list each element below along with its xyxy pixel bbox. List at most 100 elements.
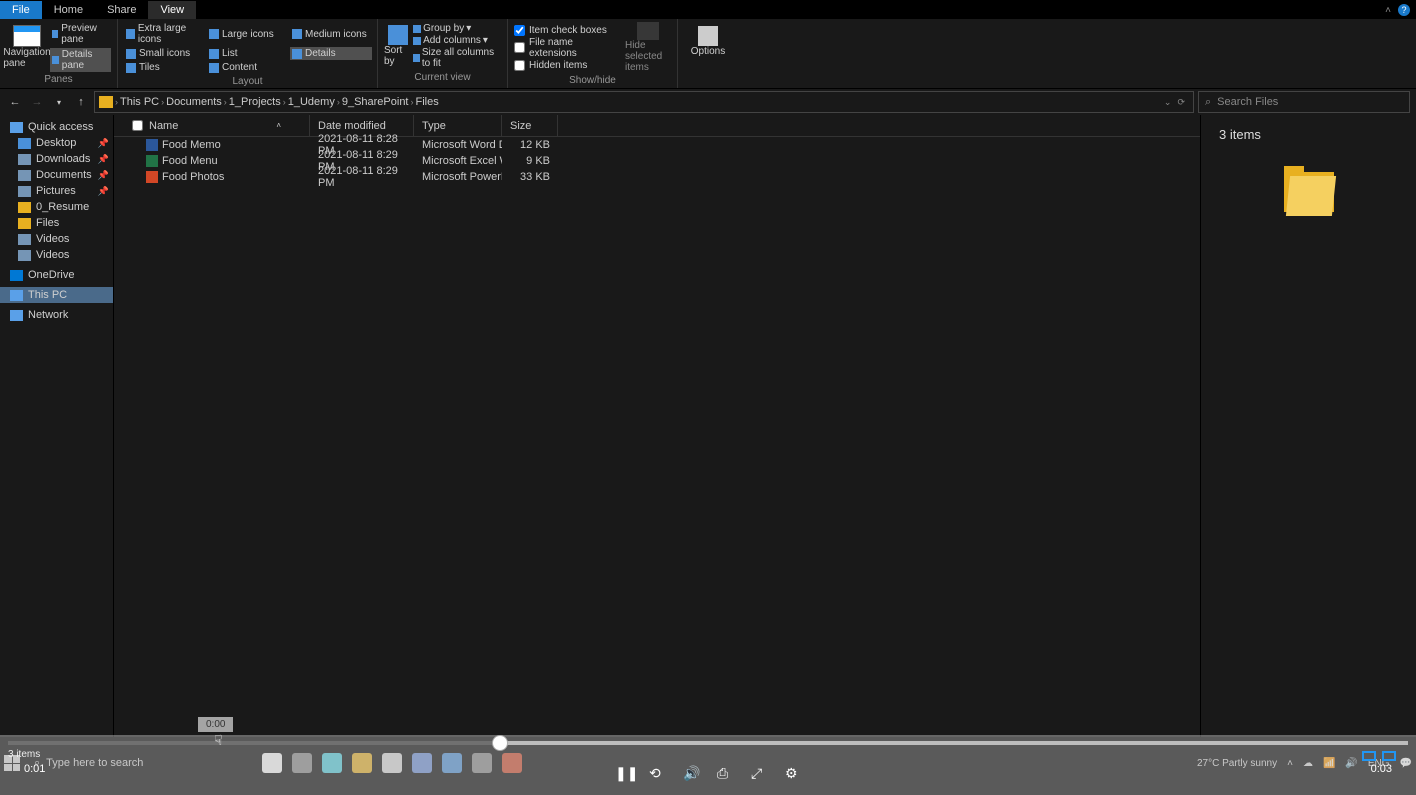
help-icon[interactable]: ?	[1398, 4, 1410, 16]
sort-by-button[interactable]: Sort by	[384, 25, 411, 67]
file-list: Name ˄ Date modified Type Size Food Memo …	[114, 115, 1200, 737]
captions-button[interactable]: ⎙	[717, 765, 733, 781]
file-type: Microsoft Excel W...	[414, 155, 502, 167]
sidebar-downloads[interactable]: Downloads📌	[0, 151, 113, 167]
tab-view[interactable]: View	[148, 1, 196, 19]
tab-file[interactable]: File	[0, 1, 42, 19]
group-by-button[interactable]: Group by ▾	[413, 23, 501, 34]
address-bar: ← → ▾ ↑ › This PC› Documents› 1_Projects…	[0, 89, 1416, 115]
volume-button[interactable]: 🔊	[683, 765, 699, 781]
crumb-documents[interactable]: Documents	[166, 96, 222, 108]
layout-content[interactable]: Content	[207, 61, 289, 74]
crumb-thispc[interactable]: This PC	[120, 96, 159, 108]
crumb-sharepoint[interactable]: 9_SharePoint	[342, 96, 409, 108]
pin-icon: 📌	[98, 186, 109, 197]
layout-medium-label: Medium icons	[305, 29, 367, 40]
add-columns-label: Add columns	[423, 35, 481, 46]
layout-extra-large[interactable]: Extra large icons	[124, 22, 206, 46]
details-pane-button[interactable]: Details pane	[50, 48, 111, 72]
search-placeholder: Search Files	[1217, 96, 1278, 108]
preview-pane-button[interactable]: Preview pane	[50, 22, 111, 46]
powerpoint-file-icon	[146, 171, 158, 183]
layout-medium[interactable]: Medium icons	[290, 22, 372, 46]
col-size[interactable]: Size	[502, 115, 558, 136]
sidebar-pictures[interactable]: Pictures📌	[0, 183, 113, 199]
item-check-label: Item check boxes	[529, 25, 607, 36]
col-date-label: Date modified	[318, 120, 386, 132]
add-columns-button[interactable]: Add columns ▾	[413, 35, 501, 46]
expand-button[interactable]	[1382, 751, 1396, 761]
details-pane-label: Details pane	[62, 49, 109, 71]
sidebar-network[interactable]: Network	[0, 307, 113, 323]
refresh-button[interactable]: ⟳	[1177, 97, 1185, 108]
sidebar-resume[interactable]: 0_Resume	[0, 199, 113, 215]
breadcrumb[interactable]: › This PC› Documents› 1_Projects› 1_Udem…	[94, 91, 1194, 113]
breadcrumb-dropdown[interactable]: ⌄	[1164, 97, 1172, 108]
sort-caret-icon: ˄	[276, 121, 281, 130]
col-type-label: Type	[422, 120, 446, 132]
hidden-items-label: Hidden items	[529, 60, 587, 71]
table-row[interactable]: Food Menu 2021-08-11 8:29 PM Microsoft E…	[114, 153, 1200, 169]
up-button[interactable]: ↑	[72, 93, 90, 111]
item-checkboxes-toggle[interactable]: Item check boxes	[514, 25, 619, 36]
tab-share[interactable]: Share	[95, 1, 148, 19]
recent-dropdown[interactable]: ▾	[50, 93, 68, 111]
back-button[interactable]: ←	[6, 93, 24, 111]
crumb-udemy[interactable]: 1_Udemy	[288, 96, 335, 108]
layout-tiles-label: Tiles	[139, 62, 160, 73]
video-status: 3 items	[8, 749, 40, 760]
col-name-label: Name	[149, 120, 178, 132]
sort-label: Sort by	[384, 45, 411, 67]
seek-progress	[8, 741, 500, 745]
table-row[interactable]: Food Photos 2021-08-11 8:29 PM Microsoft…	[114, 169, 1200, 185]
size-all-columns-button[interactable]: Size all columns to fit	[413, 47, 501, 69]
layout-list[interactable]: List	[207, 47, 289, 60]
forward-button[interactable]: →	[28, 93, 46, 111]
col-name[interactable]: Name ˄	[124, 115, 310, 136]
layout-small[interactable]: Small icons	[124, 47, 206, 60]
col-size-label: Size	[510, 120, 531, 132]
tab-home[interactable]: Home	[42, 1, 95, 19]
column-headers: Name ˄ Date modified Type Size	[114, 115, 1200, 137]
seek-knob[interactable]	[492, 735, 508, 751]
mouse-cursor-icon: ☟	[214, 732, 223, 749]
search-input[interactable]: ⌕ Search Files	[1198, 91, 1410, 113]
crumb-files[interactable]: Files	[416, 96, 439, 108]
navigation-pane-icon	[13, 25, 41, 47]
pip-button[interactable]	[1362, 751, 1376, 761]
network-label: Network	[28, 309, 68, 321]
layout-details[interactable]: Details	[290, 47, 372, 60]
rewind-button[interactable]: ⟲	[649, 765, 665, 781]
hide-selected-button[interactable]: Hide selected items	[625, 22, 671, 73]
crumb-projects[interactable]: 1_Projects	[229, 96, 281, 108]
ribbon: Navigation pane Preview pane Details pan…	[0, 19, 1416, 89]
minimize-ribbon-icon[interactable]: ˄	[1382, 4, 1394, 16]
sidebar-videos2[interactable]: Videos	[0, 247, 113, 263]
hidden-items-toggle[interactable]: Hidden items	[514, 60, 619, 71]
layout-small-label: Small icons	[139, 48, 190, 59]
sidebar-documents[interactable]: Documents📌	[0, 167, 113, 183]
select-all-checkbox[interactable]	[132, 120, 143, 131]
sidebar-thispc[interactable]: This PC	[0, 287, 113, 303]
navigation-pane-button[interactable]: Navigation pane	[6, 25, 48, 69]
resume-label: 0_Resume	[36, 201, 89, 213]
fullscreen-button[interactable]: ⤢	[751, 765, 767, 781]
options-button[interactable]: Options	[684, 22, 732, 61]
layout-tiles[interactable]: Tiles	[124, 61, 206, 74]
col-type[interactable]: Type	[414, 115, 502, 136]
video-time-current: 0:01	[24, 763, 45, 775]
settings-button[interactable]: ⚙	[785, 765, 801, 781]
folder-icon	[99, 96, 113, 108]
sidebar-videos1[interactable]: Videos	[0, 231, 113, 247]
sidebar-onedrive[interactable]: OneDrive	[0, 267, 113, 283]
sidebar-desktop[interactable]: Desktop📌	[0, 135, 113, 151]
ribbon-group-layout-label: Layout	[124, 74, 371, 89]
sidebar-quick-access[interactable]: Quick access	[0, 119, 113, 135]
pause-button[interactable]: ❚❚	[615, 765, 631, 781]
sidebar-files[interactable]: Files	[0, 215, 113, 231]
filename-extensions-toggle[interactable]: File name extensions	[514, 37, 619, 59]
filename-ext-label: File name extensions	[529, 37, 619, 59]
layout-large[interactable]: Large icons	[207, 22, 289, 46]
table-row[interactable]: Food Memo 2021-08-11 8:28 PM Microsoft W…	[114, 137, 1200, 153]
excel-file-icon	[146, 155, 158, 167]
